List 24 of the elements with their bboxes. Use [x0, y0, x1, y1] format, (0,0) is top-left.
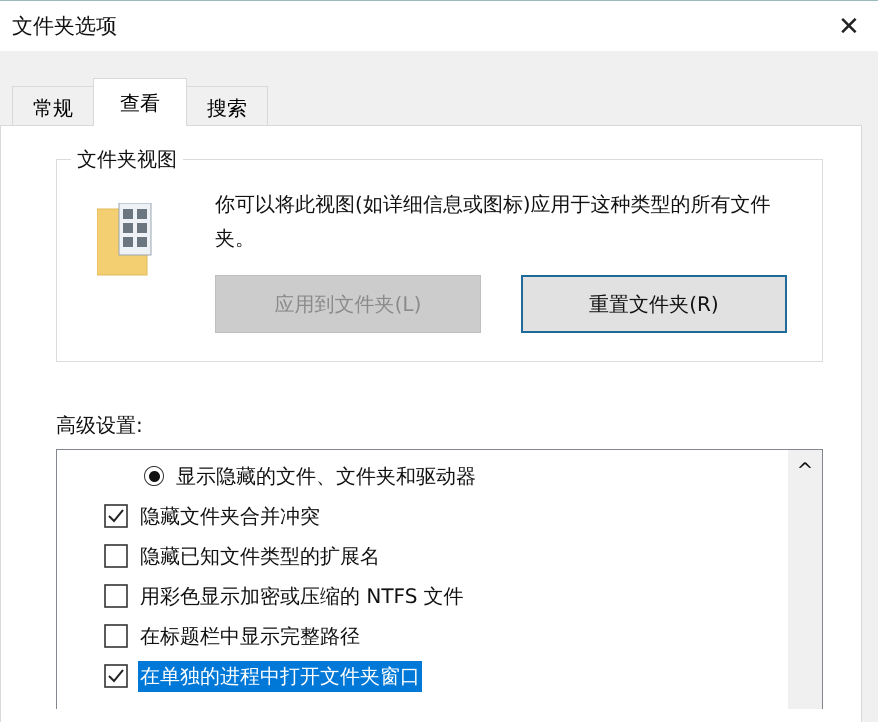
window-title: 文件夹选项	[12, 13, 117, 40]
description-text: 你可以将此视图(如详细信息或图标)应用于这种类型的所有文件夹。	[215, 191, 772, 252]
scroll-up-button[interactable]: ^	[796, 458, 814, 482]
group-title: 文件夹视图	[76, 146, 178, 173]
folder-button[interactable]: 重置文件夹(R)	[521, 275, 787, 333]
tab[interactable]: 搜索	[186, 86, 268, 126]
folder-icon	[97, 203, 153, 277]
setting-label[interactable]: 隐藏文件夹合并冲突	[138, 500, 322, 532]
checkbox[interactable]	[104, 584, 128, 608]
setting-label[interactable]: 在标题栏中显示完整路径	[138, 620, 362, 652]
checkbox[interactable]	[104, 544, 128, 568]
setting-label[interactable]: 隐藏已知文件类型的扩展名	[138, 540, 382, 572]
setting-label[interactable]: 用彩色显示加密或压缩的 NTFS 文件	[138, 580, 466, 612]
checkbox[interactable]	[104, 624, 128, 648]
radio-button[interactable]	[144, 466, 164, 486]
checkbox[interactable]	[104, 664, 128, 688]
close-button[interactable]: ✕	[832, 10, 866, 42]
advanced-label: 高级设置:	[56, 412, 144, 439]
setting-label[interactable]: 在单独的进程中打开文件夹窗口	[138, 660, 422, 692]
tab[interactable]: 查看	[93, 78, 187, 126]
tab[interactable]: 常规	[12, 86, 94, 126]
setting-label[interactable]: 显示隐藏的文件、文件夹和驱动器	[174, 460, 478, 492]
scrollbar[interactable]: ^	[788, 450, 822, 709]
checkbox[interactable]	[104, 504, 128, 528]
